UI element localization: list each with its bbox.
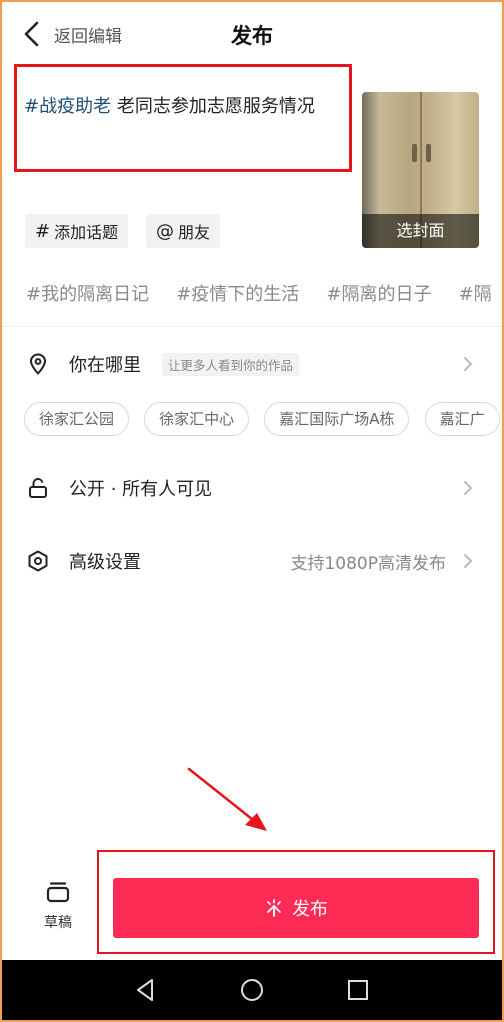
divider bbox=[0, 326, 504, 327]
privacy-row[interactable]: 公开 · 所有人可见 bbox=[0, 468, 504, 508]
advanced-settings-row[interactable]: 高级设置 支持1080P高清发布 bbox=[0, 541, 504, 581]
chevron-right-icon bbox=[464, 481, 473, 495]
location-label: 你在哪里 bbox=[69, 355, 141, 376]
publish-button[interactable]: 发布 bbox=[113, 878, 479, 938]
place-chip[interactable]: 嘉汇广 bbox=[424, 402, 500, 436]
cover-handle bbox=[426, 144, 431, 162]
place-chip[interactable]: 徐家汇中心 bbox=[144, 402, 250, 436]
nearby-places: 徐家汇公园 徐家汇中心 嘉汇国际广场A栋 嘉汇广 bbox=[24, 402, 504, 438]
header: 返回编辑 发布 bbox=[0, 0, 504, 68]
location-hint: 让更多人看到你的作品 bbox=[162, 352, 300, 376]
topic-suggestion[interactable]: #隔 bbox=[459, 280, 492, 306]
chevron-right-icon bbox=[464, 554, 473, 568]
place-chip[interactable]: 徐家汇公园 bbox=[24, 402, 130, 436]
location-row[interactable]: 你在哪里 让更多人看到你的作品 bbox=[0, 344, 504, 384]
caption-input[interactable]: #战疫助老 老同志参加志愿服务情况 bbox=[24, 94, 342, 120]
caption-hashtag[interactable]: #战疫助老 bbox=[24, 96, 111, 117]
mention-friend-button[interactable]: @ 朋友 bbox=[146, 214, 221, 248]
hexagon-settings-icon bbox=[28, 550, 48, 572]
nav-recents-icon[interactable] bbox=[344, 976, 372, 1004]
hash-icon: # bbox=[35, 220, 51, 242]
add-topic-button[interactable]: # 添加话题 bbox=[25, 214, 129, 248]
mention-label: 朋友 bbox=[178, 223, 211, 242]
add-topic-label: 添加话题 bbox=[54, 223, 119, 242]
page-title: 发布 bbox=[231, 24, 273, 48]
annotation-arrow-icon bbox=[187, 767, 267, 831]
advanced-settings-value: 支持1080P高清发布 bbox=[290, 553, 446, 574]
publish-label: 发布 bbox=[292, 899, 328, 920]
chevron-right-icon bbox=[464, 357, 473, 371]
topic-suggestion[interactable]: #隔离的日子 bbox=[326, 280, 431, 306]
cover-thumbnail[interactable]: 选封面 bbox=[362, 92, 479, 248]
draft-button[interactable]: 草稿 bbox=[36, 880, 80, 940]
nav-back-icon[interactable] bbox=[132, 976, 160, 1004]
topic-suggestions: #我的隔离日记 #疫情下的生活 #隔离的日子 #隔 bbox=[26, 280, 504, 310]
topic-suggestion[interactable]: #我的隔离日记 bbox=[26, 280, 149, 306]
advanced-settings-label: 高级设置 bbox=[69, 552, 141, 573]
privacy-label: 公开 · 所有人可见 bbox=[69, 479, 213, 500]
at-icon: @ bbox=[156, 220, 174, 242]
cover-handle bbox=[412, 144, 417, 162]
sparkle-icon bbox=[267, 899, 281, 917]
caption-text: 老同志参加志愿服务情况 bbox=[111, 96, 315, 117]
location-pin-icon bbox=[29, 353, 47, 375]
unlock-icon bbox=[29, 478, 47, 498]
draft-label: 草稿 bbox=[44, 915, 72, 931]
draft-box-icon bbox=[46, 882, 70, 903]
nav-home-icon[interactable] bbox=[238, 976, 266, 1004]
place-chip[interactable]: 嘉汇国际广场A栋 bbox=[264, 402, 410, 436]
system-nav-bar bbox=[0, 960, 504, 1022]
select-cover-label[interactable]: 选封面 bbox=[362, 214, 479, 248]
topic-suggestion[interactable]: #疫情下的生活 bbox=[176, 280, 299, 306]
